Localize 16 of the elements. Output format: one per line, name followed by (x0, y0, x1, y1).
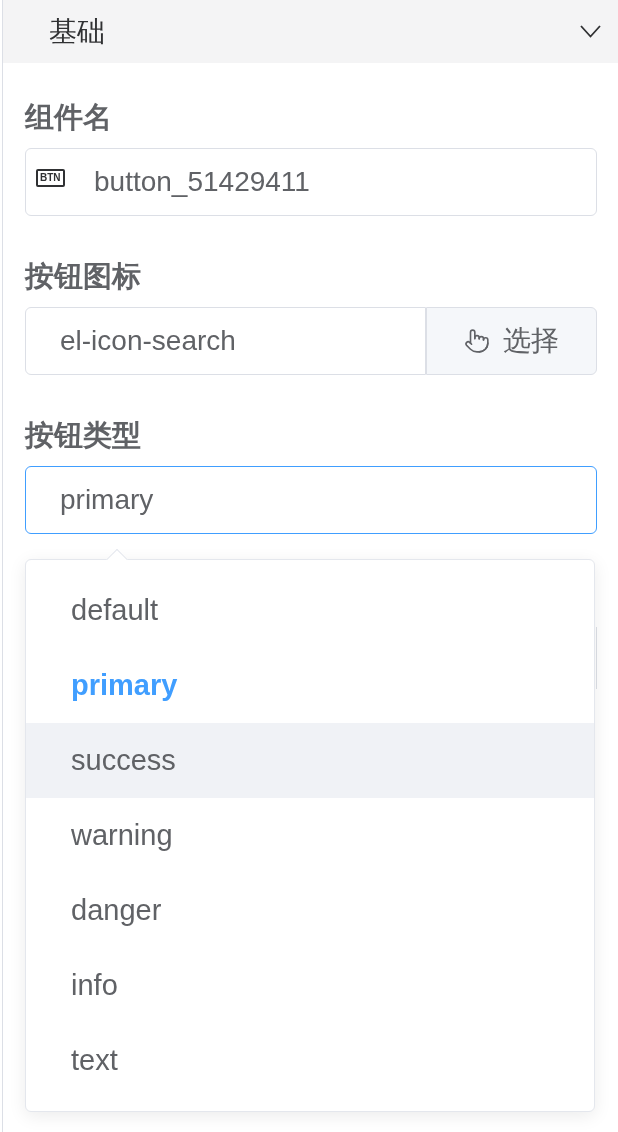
field-label: 组件名 (25, 100, 113, 135)
dropdown-option[interactable]: text (26, 1023, 594, 1098)
dropdown-option[interactable]: success (26, 723, 594, 798)
section-title: 基础 (49, 14, 105, 49)
choose-button[interactable]: 选择 (426, 307, 597, 375)
dropdown-option[interactable]: danger (26, 873, 594, 948)
dropdown-option[interactable]: info (26, 948, 594, 1023)
component-type-tag: BTN (36, 169, 65, 187)
dropdown-option[interactable]: default (26, 573, 594, 648)
pointing-hand-icon (464, 328, 490, 354)
section-header[interactable]: 基础 (3, 0, 618, 63)
type-select[interactable]: primary (25, 466, 597, 534)
dropdown-option[interactable]: warning (26, 798, 594, 873)
field-label: 按钮图标 (25, 259, 142, 294)
field-label: 按钮类型 (25, 418, 142, 453)
icon-name-input[interactable]: el-icon-search (25, 307, 426, 375)
